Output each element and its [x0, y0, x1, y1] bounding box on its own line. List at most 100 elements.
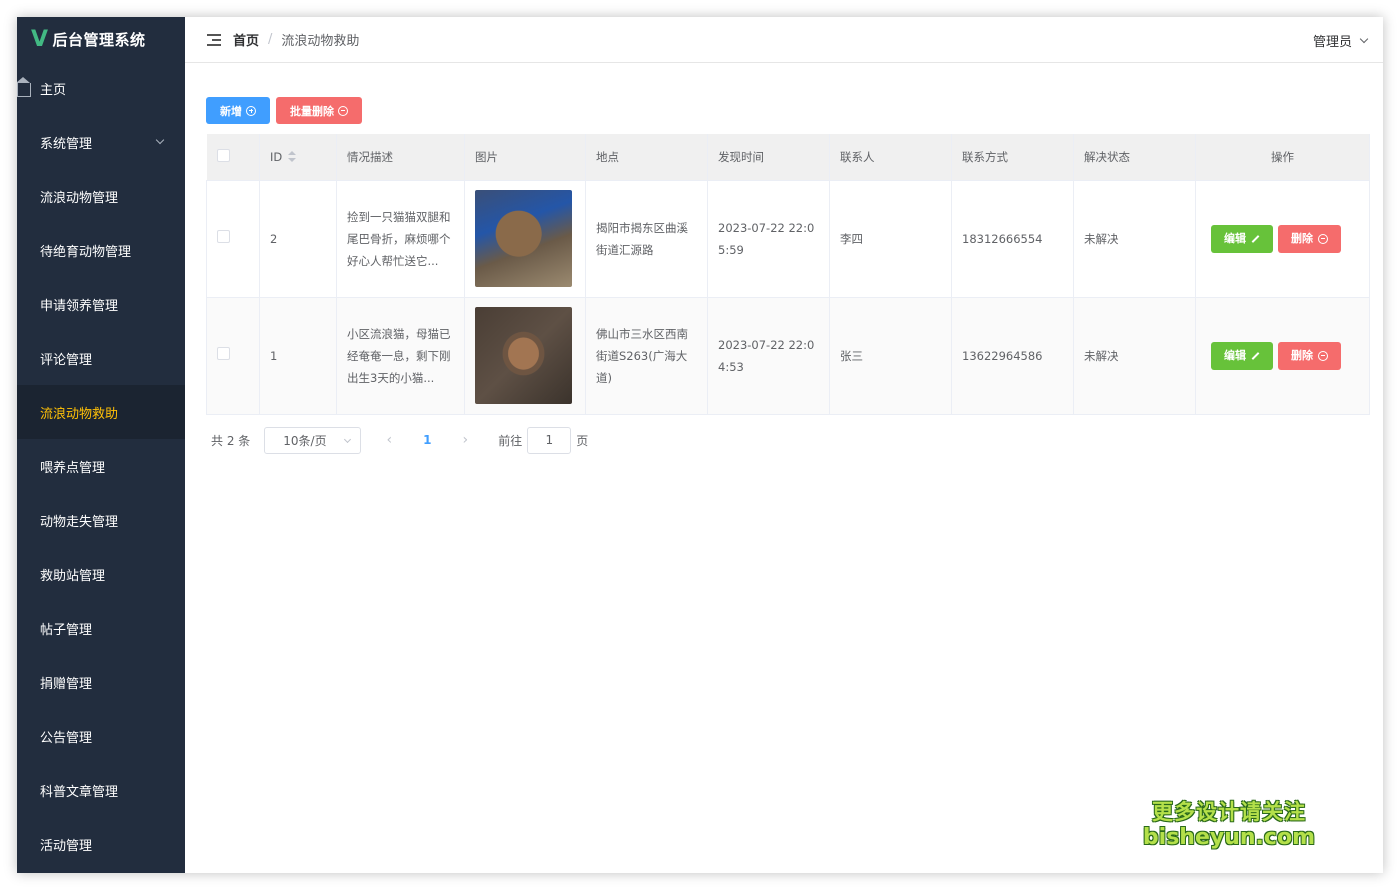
page-size-select[interactable]: 10条/页 — [264, 426, 362, 454]
batch-delete-label: 批量删除 — [290, 104, 334, 118]
grid-icon — [17, 729, 31, 743]
content: 新增 批量删除 ID 情况描述 图片 地点 发现时间 联系人 联系方式 解决状态… — [206, 97, 1370, 454]
delete-label: 删除 — [1291, 231, 1313, 245]
col-header-image: 图片 — [464, 134, 586, 180]
sidebar: V 后台管理系统 主页系统管理流浪动物管理待绝育动物管理申请领养管理评论管理流浪… — [17, 17, 185, 873]
site-watermark: 更多设计请关注 bisheyun.com — [1143, 799, 1315, 851]
col-header-desc: 情况描述 — [336, 134, 465, 180]
sidebar-item-label: 主页 — [40, 82, 67, 98]
cell-desc: 小区流浪猫，母猫已经奄奄一息，剩下刚出生3天的小猫... — [336, 296, 465, 415]
sidebar-item[interactable]: 活动管理 — [17, 817, 185, 871]
grid-icon — [17, 837, 31, 851]
user-name: 管理员 — [1312, 35, 1352, 50]
sidebar-item[interactable]: 申请领养管理 — [17, 277, 185, 331]
page-number[interactable]: 1 — [407, 433, 447, 447]
toolbar: 新增 批量删除 — [206, 97, 1369, 124]
data-table: ID 情况描述 图片 地点 发现时间 联系人 联系方式 解决状态 操作 2 捡到… — [206, 134, 1370, 415]
grid-icon — [17, 459, 31, 473]
breadcrumb-current: 流浪动物救助 — [281, 34, 360, 49]
sidebar-item[interactable]: 待绝育动物管理 — [17, 223, 185, 277]
cell-contact: 李四 — [829, 179, 952, 298]
delete-button[interactable]: 删除 — [1278, 341, 1341, 370]
cell-time: 2023-07-22 22:05:59 — [707, 179, 830, 298]
grid-icon — [17, 405, 31, 419]
sidebar-item[interactable]: 评论管理 — [17, 331, 185, 385]
goto-suffix: 页 — [576, 433, 589, 448]
breadcrumb: 首页 / 流浪动物救助 — [233, 30, 359, 49]
watermark-line2: bisheyun.com — [1142, 825, 1315, 850]
app-logo[interactable]: V 后台管理系统 — [17, 17, 185, 61]
col-header-time: 发现时间 — [707, 134, 830, 180]
cell-location: 佛山市三水区西南街道S263(广海大道) — [585, 296, 708, 415]
goto-label: 前往 — [498, 433, 523, 448]
sidebar-item[interactable]: 主页 — [17, 61, 185, 115]
row-checkbox[interactable] — [217, 229, 230, 243]
breadcrumb-home[interactable]: 首页 — [233, 30, 259, 49]
next-page-icon[interactable]: › — [447, 432, 483, 448]
table-header-row: ID 情况描述 图片 地点 发现时间 联系人 联系方式 解决状态 操作 — [206, 134, 1370, 180]
prev-page-icon[interactable]: ‹ — [371, 432, 407, 448]
delete-button[interactable]: 删除 — [1278, 224, 1341, 253]
grid-icon — [17, 297, 31, 311]
sidebar-item-label: 喂养点管理 — [40, 460, 106, 476]
rescue-photo[interactable] — [475, 307, 572, 404]
app-title: 后台管理系统 — [52, 30, 146, 49]
sidebar-item[interactable]: 喂养点管理 — [17, 439, 185, 493]
batch-delete-button[interactable]: 批量删除 — [276, 97, 362, 124]
cell-location: 揭阳市揭东区曲溪街道汇源路 — [585, 179, 708, 298]
sidebar-item-label: 流浪动物救助 — [40, 406, 119, 422]
grid-icon — [17, 621, 31, 635]
sidebar-item-label: 动物走失管理 — [40, 514, 119, 530]
sidebar-item-label: 系统管理 — [40, 136, 93, 152]
cell-phone: 13622964586 — [951, 296, 1074, 415]
rescue-photo[interactable] — [475, 190, 572, 287]
grid-icon — [17, 351, 31, 365]
add-button[interactable]: 新增 — [206, 97, 270, 124]
sidebar-menu: 主页系统管理流浪动物管理待绝育动物管理申请领养管理评论管理流浪动物救助 喂养点管理… — [17, 61, 185, 871]
circle-plus-icon — [246, 105, 256, 116]
cell-id: 2 — [259, 179, 337, 298]
sidebar-item[interactable]: 流浪动物救助 — [17, 385, 185, 439]
pagination: 共 2 条 10条/页 ‹ 1 › 前往 页 — [206, 426, 1369, 454]
goto-page-input[interactable] — [527, 426, 572, 454]
circle-minus-icon — [1318, 233, 1328, 244]
row-checkbox[interactable] — [217, 346, 230, 360]
col-header-status: 解决状态 — [1073, 134, 1196, 180]
sidebar-item[interactable]: 帖子管理 — [17, 601, 185, 655]
top-bar: 首页 / 流浪动物救助 管理员 — [185, 17, 1383, 63]
chevron-down-icon — [1359, 34, 1369, 44]
grid-icon — [17, 513, 31, 527]
row-actions: 编辑 删除 — [1206, 224, 1361, 253]
sidebar-item[interactable]: 科普文章管理 — [17, 763, 185, 817]
sidebar-item-label: 流浪动物管理 — [40, 190, 119, 206]
sidebar-item[interactable]: 动物走失管理 — [17, 493, 185, 547]
col-header-phone: 联系方式 — [951, 134, 1074, 180]
col-header-id[interactable]: ID — [270, 150, 282, 164]
edit-button[interactable]: 编辑 — [1211, 341, 1273, 370]
cell-status: 未解决 — [1073, 179, 1196, 298]
sidebar-item[interactable]: 流浪动物管理 — [17, 169, 185, 223]
row-actions: 编辑 删除 — [1206, 341, 1361, 370]
table-row: 1 小区流浪猫，母猫已经奄奄一息，剩下刚出生3天的小猫... 佛山市三水区西南街… — [206, 296, 1370, 415]
grid-icon — [17, 135, 31, 149]
sidebar-item-label: 申请领养管理 — [40, 298, 119, 314]
pencil-icon — [1251, 234, 1260, 243]
sort-icon[interactable] — [288, 151, 297, 163]
select-all-checkbox[interactable] — [216, 148, 230, 162]
main-area: 首页 / 流浪动物救助 管理员 新增 批量删除 ID 情况描述 图片 地点 发现… — [185, 17, 1383, 873]
pencil-icon — [1251, 351, 1260, 360]
vue-logo-icon: V — [31, 26, 49, 52]
menu-fold-icon[interactable] — [207, 33, 221, 46]
watermark-line1: 更多设计请关注 — [1151, 800, 1306, 824]
sidebar-item[interactable]: 公告管理 — [17, 709, 185, 763]
sidebar-item[interactable]: 系统管理 — [17, 115, 185, 169]
edit-button[interactable]: 编辑 — [1211, 224, 1273, 253]
sidebar-item[interactable]: 捐赠管理 — [17, 655, 185, 709]
user-menu[interactable]: 管理员 — [1312, 31, 1369, 50]
goto-page: 前往 页 — [498, 426, 589, 454]
cell-status: 未解决 — [1073, 296, 1196, 415]
sidebar-item[interactable]: 救助站管理 — [17, 547, 185, 601]
col-header-contact: 联系人 — [829, 134, 952, 180]
cell-phone: 18312666554 — [951, 179, 1074, 298]
pagination-total: 共 2 条 — [211, 433, 251, 448]
